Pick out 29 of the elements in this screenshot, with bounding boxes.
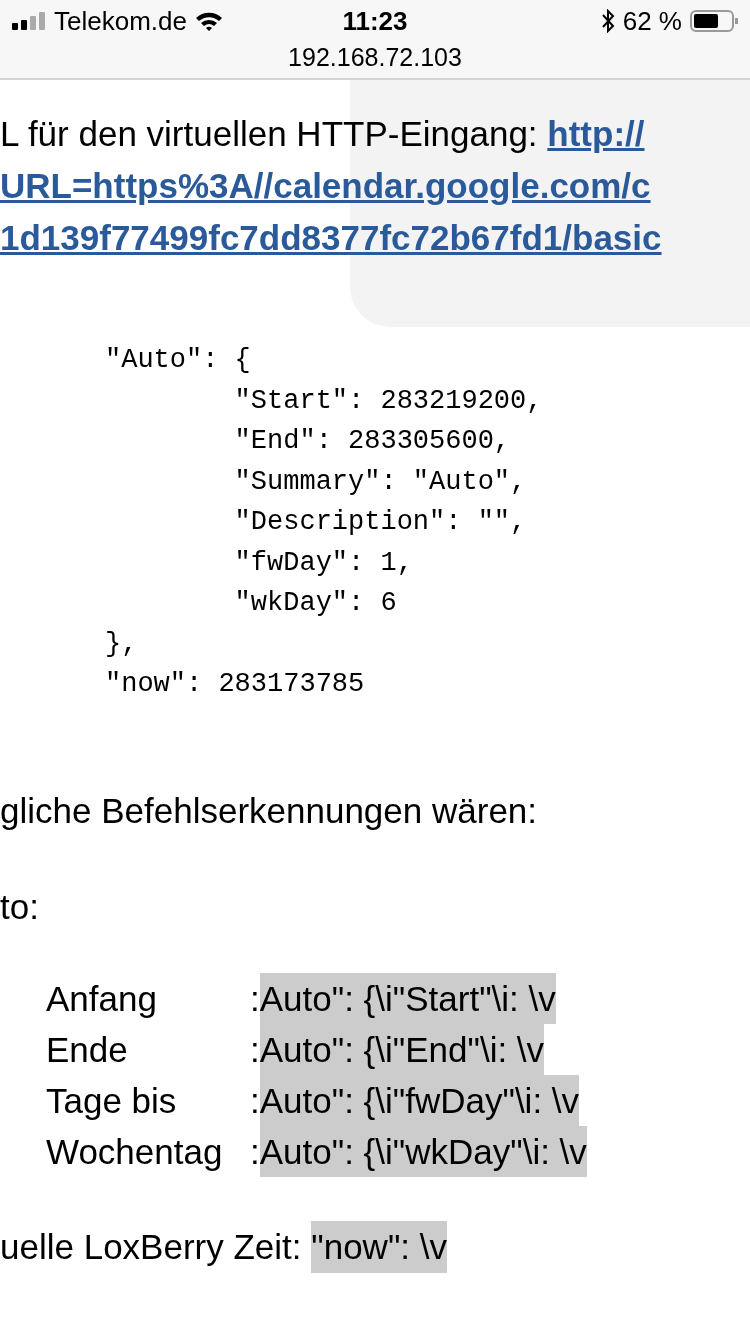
- command-label: Anfang: [46, 977, 158, 1020]
- carrier-name: Telekom.de: [54, 4, 187, 38]
- colon-text: :: [250, 1079, 260, 1122]
- intro-text: L für den virtuellen HTTP-Eingang:: [0, 113, 539, 155]
- url-link[interactable]: URL=https%3A//calendar.google.com/c: [0, 166, 651, 205]
- code-text: "Auto": { "Start": 283219200, "End": 283305600, "Summary": "Auto", "Description": "", "fwDay": 1, "wkDay": 6 }, "now": 283173785: [105, 344, 544, 701]
- section-heading: gliche Befehlserkennungen wären:: [0, 789, 539, 832]
- bluetooth-icon: [600, 9, 615, 33]
- colon-text: :: [250, 1028, 260, 1071]
- pattern-text: Auto": {\i"Start"\i: \v: [259, 972, 556, 1024]
- time-label: uelle LoxBerry Zeit:: [0, 1225, 303, 1268]
- signal-icon: [12, 12, 46, 30]
- address-text: 192.168.72.103: [287, 42, 463, 72]
- section-label: to:: [0, 885, 40, 928]
- colon-text: :: [250, 1130, 260, 1173]
- wifi-icon: [194, 11, 223, 31]
- pattern-text: "now": \v: [311, 1220, 447, 1273]
- pattern-text: Auto": {\i"wkDay"\i: \v: [259, 1125, 587, 1177]
- url-link[interactable]: 1d139f77499fc7dd8377fc72b67fd1/basic: [0, 218, 662, 257]
- battery-percent: 62 %: [622, 4, 682, 38]
- colon-text: :: [250, 977, 260, 1020]
- battery-icon: [690, 10, 738, 32]
- command-label: Tage bis: [46, 1079, 178, 1122]
- clock-time: 11:23: [342, 4, 408, 38]
- command-label: Wochentag: [46, 1130, 224, 1173]
- pattern-text: Auto": {\i"fwDay"\i: \v: [259, 1074, 580, 1126]
- url-link[interactable]: http://: [547, 108, 645, 160]
- pattern-text: Auto": {\i"End"\i: \v: [259, 1023, 545, 1075]
- command-label: Ende: [46, 1028, 129, 1071]
